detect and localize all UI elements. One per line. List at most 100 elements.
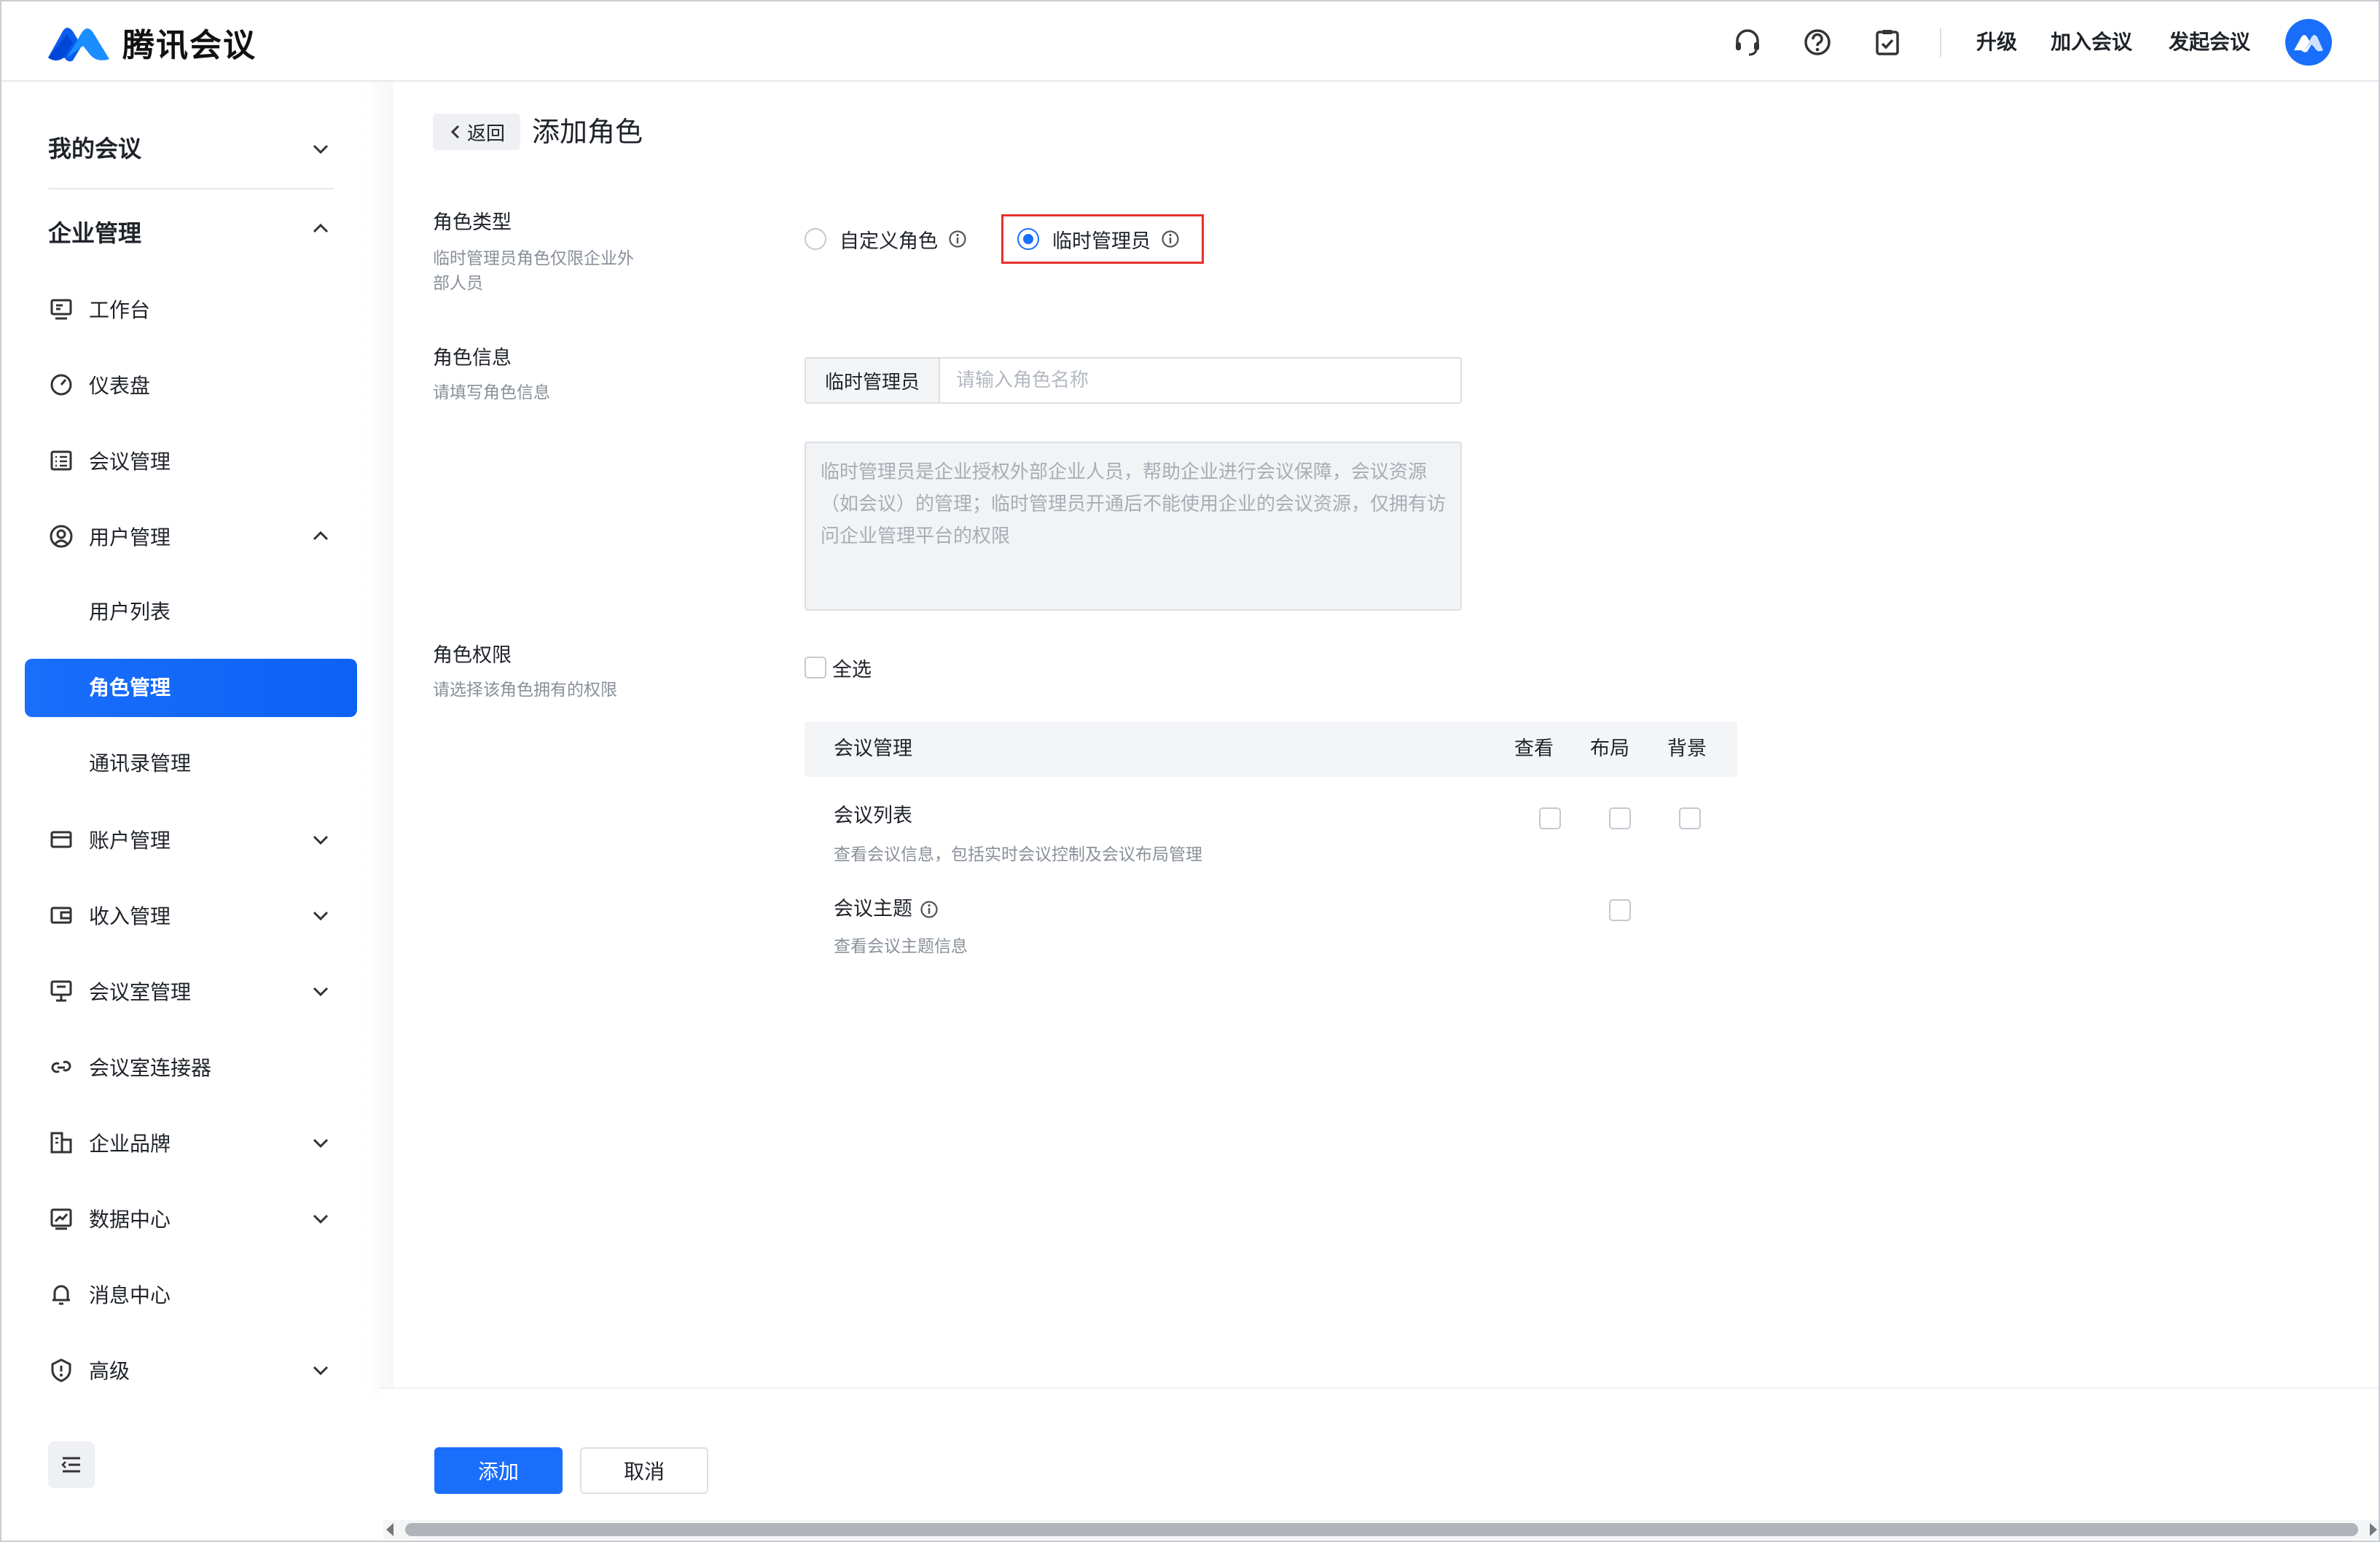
- checkbox-meeting-list-layout[interactable]: [1609, 807, 1631, 829]
- sidebar-collapse-button[interactable]: [48, 1441, 95, 1488]
- role-type-label: 角色类型: [433, 211, 512, 234]
- chevron-left-icon: [450, 125, 460, 139]
- upgrade-link[interactable]: 升级: [1976, 28, 2017, 57]
- sidebar-item-label: 用户管理: [89, 525, 171, 549]
- page-title: 添加角色: [532, 116, 643, 148]
- header-divider: [1940, 28, 1941, 57]
- gauge-icon: [50, 374, 72, 396]
- sidebar-item-room-mgmt[interactable]: 会议室管理: [48, 975, 191, 1007]
- sidebar-item-label: 企业品牌: [89, 1132, 171, 1156]
- headset-icon[interactable]: [1731, 26, 1764, 58]
- role-info-desc: 请填写角色信息: [433, 383, 550, 402]
- info-icon[interactable]: [1161, 230, 1180, 248]
- sidebar-item-contacts-mgmt[interactable]: 通讯录管理: [89, 748, 191, 780]
- shield-icon: [51, 1358, 71, 1382]
- collapse-menu-icon: [61, 1457, 80, 1473]
- checkbox-meeting-list-view[interactable]: [1539, 807, 1561, 829]
- sidebar-item-meeting-mgmt[interactable]: 会议管理: [48, 445, 171, 477]
- scrollbar-thumb[interactable]: [405, 1523, 2358, 1536]
- bell-icon: [52, 1285, 70, 1305]
- sidebar-item-label: 会议管理: [89, 450, 171, 474]
- sidebar-item-label: 高级: [89, 1359, 130, 1383]
- sidebar-item-advanced[interactable]: 高级: [48, 1354, 130, 1386]
- add-button[interactable]: 添加: [434, 1447, 563, 1494]
- sidebar-item-room-connector[interactable]: 会议室连接器: [48, 1051, 211, 1083]
- checkbox-meeting-list-background[interactable]: [1679, 807, 1701, 829]
- sidebar-item-user-mgmt[interactable]: 用户管理: [48, 520, 171, 552]
- select-all-checkbox[interactable]: 全选: [805, 653, 872, 682]
- chevron-down-icon[interactable]: [309, 137, 332, 160]
- back-button[interactable]: 返回: [433, 114, 520, 150]
- sidebar-item-label: 工作台: [89, 298, 151, 322]
- sidebar-item-role-mgmt[interactable]: 角色管理: [25, 659, 357, 717]
- radio-temp-admin[interactable]: 临时管理员: [1017, 222, 1180, 257]
- permission-name: 会议主题: [834, 898, 912, 920]
- chart-icon: [50, 1208, 72, 1230]
- sidebar-group-enterprise[interactable]: 企业管理: [48, 217, 141, 249]
- sidebar-item-label: 收入管理: [89, 904, 171, 928]
- sidebar-item-label: 角色管理: [89, 676, 171, 700]
- sidebar-item-income-mgmt[interactable]: 收入管理: [48, 899, 171, 931]
- avatar[interactable]: [2285, 19, 2332, 66]
- cancel-button[interactable]: 取消: [580, 1447, 708, 1494]
- info-icon[interactable]: [920, 900, 939, 919]
- sidebar-item-data-center[interactable]: 数据中心: [48, 1202, 171, 1234]
- permission-row-name: 会议主题: [834, 895, 939, 924]
- sidebar-item-workbench[interactable]: 工作台: [48, 293, 150, 325]
- checkbox[interactable]: [805, 657, 826, 678]
- monitor-icon: [50, 299, 72, 320]
- sidebar-item-label: 仪表盘: [89, 374, 151, 398]
- select-all-label: 全选: [832, 658, 872, 681]
- radio-custom-role[interactable]: 自定义角色: [805, 222, 967, 257]
- list-icon: [50, 450, 72, 471]
- role-name-prefix: 临时管理员: [806, 359, 940, 402]
- sidebar-item-brand[interactable]: 企业品牌: [48, 1127, 171, 1159]
- scroll-right-icon[interactable]: [2370, 1523, 2377, 1536]
- sidebar-item-dashboard[interactable]: 仪表盘: [48, 369, 150, 401]
- sidebar-item-user-list[interactable]: 用户列表: [89, 596, 171, 628]
- chevron-down-icon[interactable]: [309, 979, 332, 1003]
- role-info-label: 角色信息: [433, 347, 512, 369]
- chevron-up-icon[interactable]: [309, 525, 332, 548]
- link-icon: [51, 1060, 71, 1073]
- sidebar-item-label: 数据中心: [89, 1208, 171, 1232]
- back-label: 返回: [466, 122, 505, 145]
- chevron-up-icon[interactable]: [309, 217, 332, 240]
- sidebar-item-account-mgmt[interactable]: 账户管理: [48, 823, 171, 856]
- sidebar-divider: [48, 188, 334, 189]
- sidebar-shadow: [364, 82, 394, 1393]
- chevron-down-icon[interactable]: [309, 1131, 332, 1154]
- checkbox-meeting-topic-layout[interactable]: [1609, 899, 1631, 921]
- chevron-down-icon[interactable]: [309, 828, 332, 851]
- join-meeting-link[interactable]: 加入会议: [2051, 28, 2132, 57]
- permission-row-desc: 查看会议信息，包括实时会议控制及会议布局管理: [834, 845, 1202, 864]
- chevron-down-icon[interactable]: [309, 1207, 332, 1230]
- building-icon: [50, 1132, 72, 1154]
- permission-table-header: 会议管理 查看 布局 背景: [805, 721, 1737, 777]
- clipboard-check-icon[interactable]: [1871, 26, 1903, 58]
- permission-name: 会议列表: [834, 805, 912, 827]
- help-icon[interactable]: [1801, 26, 1833, 58]
- radio-label: 临时管理员: [1052, 230, 1151, 253]
- role-name-input-group: 临时管理员: [805, 357, 1462, 404]
- radio-button-checked[interactable]: [1017, 228, 1039, 250]
- radio-button[interactable]: [805, 228, 826, 250]
- role-name-input[interactable]: [940, 359, 1460, 402]
- scroll-left-icon[interactable]: [386, 1523, 394, 1536]
- sidebar-item-label: 会议室管理: [89, 980, 192, 1004]
- app-name: 腾讯会议: [122, 27, 257, 64]
- app-logo[interactable]: 腾讯会议: [45, 19, 257, 66]
- top-header: 腾讯会议 升级 加入会议 发起会议: [0, 0, 2380, 82]
- permission-group-title: 会议管理: [834, 737, 912, 760]
- sidebar-item-message-center[interactable]: 消息中心: [48, 1278, 171, 1310]
- tencent-meeting-logo-icon: [48, 28, 109, 62]
- sidebar-group-my-meetings[interactable]: 我的会议: [48, 133, 141, 165]
- chevron-down-icon[interactable]: [309, 904, 332, 927]
- horizontal-scrollbar[interactable]: [383, 1520, 2380, 1539]
- info-icon[interactable]: [948, 230, 967, 248]
- chevron-down-icon[interactable]: [309, 1358, 332, 1382]
- start-meeting-link[interactable]: 发起会议: [2169, 28, 2250, 57]
- permission-row-name: 会议列表: [834, 802, 912, 831]
- column-view: 查看: [1514, 737, 1554, 760]
- card-icon: [50, 831, 72, 848]
